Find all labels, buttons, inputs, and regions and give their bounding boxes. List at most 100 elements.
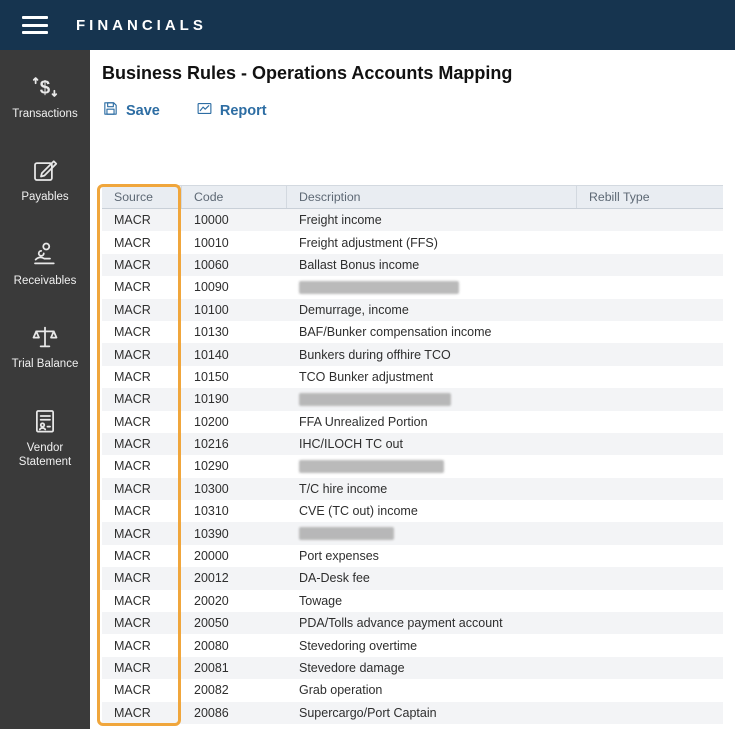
cell-code: 10140 xyxy=(194,347,229,362)
cell-description: Towage xyxy=(299,593,343,608)
cell-description: CVE (TC out) income xyxy=(299,504,418,519)
sidebar-item-label: Trial Balance xyxy=(11,358,79,371)
cell-rebill-type xyxy=(577,679,723,701)
top-app-bar: FINANCIALS xyxy=(0,0,735,50)
cell-code: 10060 xyxy=(194,257,229,272)
sidebar-item-receivables[interactable]: Receivables xyxy=(0,239,90,288)
table-row[interactable]: MACR 10100 Demurrage, income xyxy=(102,298,723,321)
cell-rebill-type xyxy=(577,411,723,433)
cell-code: 10090 xyxy=(194,280,229,295)
cell-description: Stevedoring overtime xyxy=(299,638,418,653)
table-body: MACR 10000 Freight income MACR 10010 Fre… xyxy=(102,209,723,724)
cell-code: 20020 xyxy=(194,593,229,608)
cell-rebill-type xyxy=(577,209,723,231)
report-button[interactable]: Report xyxy=(196,100,267,121)
table-row[interactable]: MACR 20000 Port expenses xyxy=(102,544,723,568)
table-row[interactable]: MACR 10216 IHC/ILOCH TC out xyxy=(102,432,723,456)
cell-source: MACR xyxy=(114,459,151,474)
cell-source: MACR xyxy=(114,616,151,631)
app-title: FINANCIALS xyxy=(76,16,207,34)
redacted-description xyxy=(299,459,444,473)
column-header-rebill-type[interactable]: Rebill Type xyxy=(577,186,723,208)
sidebar-item-trial-balance[interactable]: Trial Balance xyxy=(0,322,90,371)
cell-description: Stevedore damage xyxy=(299,661,405,675)
cell-source: MACR xyxy=(114,347,151,362)
table-row[interactable]: MACR 10090 xyxy=(102,276,723,299)
table-row[interactable]: MACR 10190 xyxy=(102,388,723,411)
cell-code: 10130 xyxy=(194,325,229,340)
save-icon xyxy=(102,100,119,121)
table-header-row: Source Code Description Rebill Type xyxy=(102,185,723,209)
cell-source: MACR xyxy=(114,235,151,250)
cell-source: MACR xyxy=(114,213,151,228)
cell-description xyxy=(287,276,577,298)
cell-rebill-type xyxy=(577,478,723,500)
cell-rebill-type xyxy=(577,231,723,253)
table-row[interactable]: MACR 10130 BAF/Bunker compensation incom… xyxy=(102,320,723,344)
table-row[interactable]: MACR 10140 Bunkers during offhire TCO xyxy=(102,343,723,366)
cell-code: 10150 xyxy=(194,369,229,384)
cell-rebill-type xyxy=(577,433,723,455)
table-row[interactable]: MACR 10390 xyxy=(102,522,723,545)
cell-description: T/C hire income xyxy=(299,481,388,496)
cell-source: MACR xyxy=(114,369,151,384)
sidebar-item-transactions[interactable]: $ Transactions xyxy=(0,72,90,121)
toolbar: Save Report xyxy=(102,100,723,121)
sidebar-item-vendor-statement[interactable]: Vendor Statement xyxy=(0,406,90,470)
cell-description: FFA Unrealized Portion xyxy=(299,414,428,429)
sidebar-nav: $ Transactions Payables Receivables Tria… xyxy=(0,50,90,729)
cell-code: 20050 xyxy=(194,616,229,631)
cell-source: MACR xyxy=(114,414,151,429)
cell-description: TCO Bunker adjustment xyxy=(299,369,434,384)
cell-source: MACR xyxy=(114,526,151,541)
table-row[interactable]: MACR 20080 Stevedoring overtime xyxy=(102,634,723,657)
page-title: Business Rules - Operations Accounts Map… xyxy=(102,63,513,83)
cell-rebill-type xyxy=(577,522,723,544)
table-row[interactable]: MACR 20050 PDA/Tolls advance payment acc… xyxy=(102,612,723,635)
table-row[interactable]: MACR 20081 Stevedore damage xyxy=(102,656,723,680)
accounts-mapping-table: Source Code Description Rebill Type MACR… xyxy=(97,184,723,726)
cell-code: 20000 xyxy=(194,549,229,564)
cell-rebill-type xyxy=(577,321,723,343)
receivables-icon xyxy=(30,239,60,269)
cell-code: 10010 xyxy=(194,235,229,250)
table-row[interactable]: MACR 10150 TCO Bunker adjustment xyxy=(102,365,723,389)
table-row[interactable]: MACR 10300 T/C hire income xyxy=(102,477,723,501)
cell-code: 10000 xyxy=(194,213,229,228)
table-row[interactable]: MACR 20012 DA-Desk fee xyxy=(102,567,723,590)
cell-rebill-type xyxy=(577,455,723,477)
cell-description: DA-Desk fee xyxy=(299,571,370,586)
cell-rebill-type xyxy=(577,702,723,724)
column-header-code[interactable]: Code xyxy=(182,186,287,208)
sidebar-item-payables[interactable]: Payables xyxy=(0,155,90,204)
cell-code: 10290 xyxy=(194,459,229,474)
save-button[interactable]: Save xyxy=(102,100,160,121)
table-row[interactable]: MACR 20086 Supercargo/Port Captain xyxy=(102,701,723,724)
vendor-statement-icon xyxy=(30,406,60,436)
report-chart-icon xyxy=(196,100,213,121)
cell-rebill-type xyxy=(577,276,723,298)
table-row[interactable]: MACR 10310 CVE (TC out) income xyxy=(102,500,723,523)
sidebar-item-label: Transactions xyxy=(12,108,78,120)
column-header-description[interactable]: Description xyxy=(287,186,577,208)
redacted-description xyxy=(299,392,451,406)
sidebar-item-label: Payables xyxy=(21,191,69,204)
cell-source: MACR xyxy=(114,705,151,720)
cell-description: Freight adjustment (FFS) xyxy=(299,235,438,250)
table-row[interactable]: MACR 20082 Grab operation xyxy=(102,679,723,702)
cell-description: Bunkers during offhire TCO xyxy=(299,347,451,362)
cell-code: 20081 xyxy=(194,661,229,675)
cell-description xyxy=(287,455,577,477)
table-row[interactable]: MACR 10010 Freight adjustment (FFS) xyxy=(102,231,723,254)
hamburger-menu-icon[interactable] xyxy=(22,16,48,34)
table-row[interactable]: MACR 20020 Towage xyxy=(102,589,723,613)
column-header-source[interactable]: Source xyxy=(102,186,182,208)
sidebar-item-label: Vendor Statement xyxy=(18,441,72,468)
cell-code: 10216 xyxy=(194,437,229,452)
table-row[interactable]: MACR 10000 Freight income xyxy=(102,209,723,232)
table-row[interactable]: MACR 10200 FFA Unrealized Portion xyxy=(102,410,723,433)
cell-source: MACR xyxy=(114,571,151,586)
table-row[interactable]: MACR 10290 xyxy=(102,455,723,478)
table-row[interactable]: MACR 10060 Ballast Bonus income xyxy=(102,253,723,277)
redacted-description xyxy=(299,527,394,541)
